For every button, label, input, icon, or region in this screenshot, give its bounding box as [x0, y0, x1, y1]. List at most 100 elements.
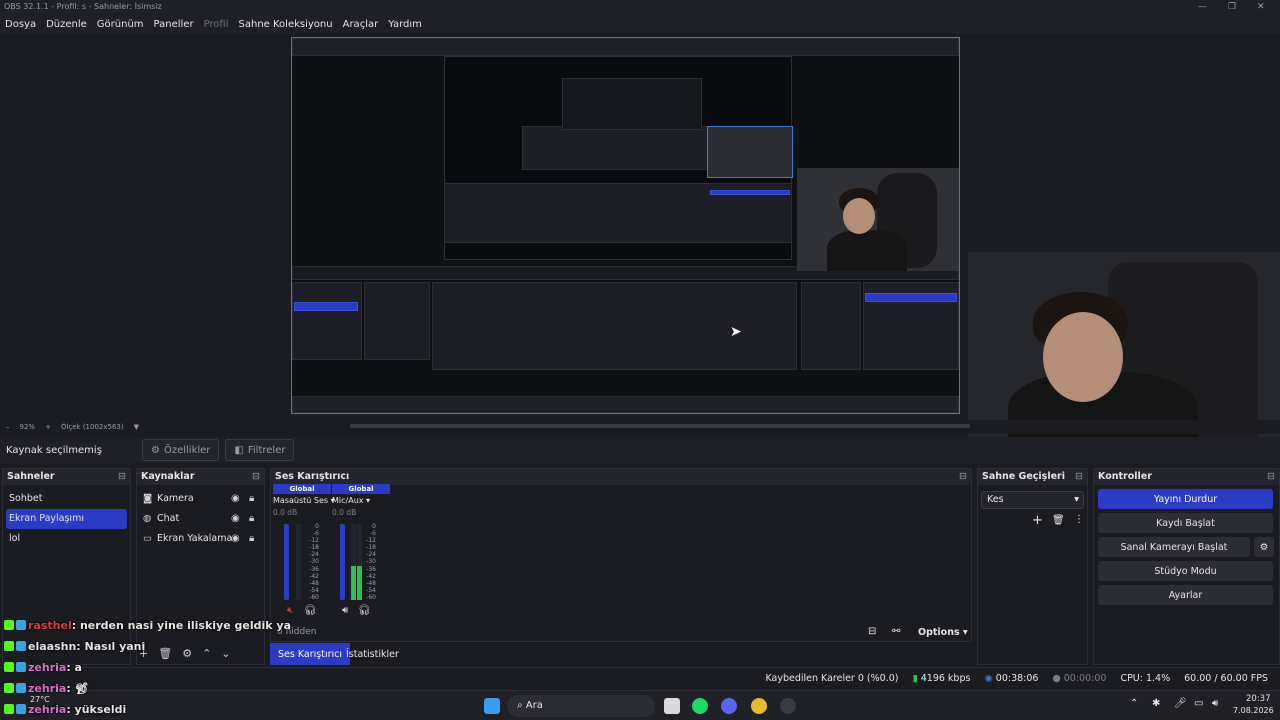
popout-icon[interactable]: ⊟: [118, 469, 126, 485]
menu-scene-collection[interactable]: Sahne Koleksiyonu: [239, 19, 333, 30]
options-button[interactable]: Options ▾: [918, 627, 968, 638]
tray-chevron-icon[interactable]: ⌃: [1130, 698, 1138, 709]
lock-icon[interactable]: 🔒︎: [249, 489, 254, 509]
nested-webcam: [797, 168, 959, 271]
channel-name[interactable]: Mic/Aux ▾: [332, 494, 390, 508]
lock-icon[interactable]: 🔒︎: [249, 529, 254, 549]
trash-icon[interactable]: 🗑︎: [1052, 515, 1065, 526]
kick-badge-icon: [4, 620, 14, 630]
eye-icon[interactable]: ◉: [231, 529, 240, 549]
chrome-icon[interactable]: [751, 698, 767, 714]
chat-username: rasthel: [28, 619, 72, 632]
window-titlebar: OBS 32.1.1 - Profil: s - Sahneler: İsims…: [0, 0, 1280, 14]
zoom-fit-select[interactable]: Ölçek (1002x563): [61, 423, 124, 431]
menu-profile[interactable]: Profil: [204, 19, 229, 30]
platform-badge-icon: [16, 641, 26, 651]
preview-scrollbar[interactable]: [350, 424, 970, 428]
clock-date[interactable]: 7.08.2026: [1233, 706, 1274, 715]
nested-scenes-dock: [292, 282, 362, 360]
scene-item[interactable]: lol: [3, 529, 130, 549]
menu-file[interactable]: Dosya: [5, 19, 36, 30]
source-item[interactable]: ◙ Kamera ◉ 🔒︎: [137, 489, 264, 509]
chat-username: zehria: [28, 682, 67, 695]
eye-icon[interactable]: ◉: [231, 509, 240, 529]
meter-scale: 0 -6 -12 -18 -24 -30 -36 -42 -48 -54 -60: [305, 523, 319, 601]
clock-time[interactable]: 20:37: [1246, 694, 1271, 704]
layout-icon[interactable]: ⊟: [868, 626, 876, 637]
global-badge: Global: [332, 484, 390, 494]
menu-view[interactable]: Görünüm: [97, 19, 144, 30]
scale-tick: -24: [366, 551, 376, 559]
start-virtual-cam-button[interactable]: Sanal Kamerayı Başlat: [1098, 537, 1250, 557]
menu-tools[interactable]: Araçlar: [343, 19, 379, 30]
source-item[interactable]: ◍ Chat ◉ 🔒︎: [137, 509, 264, 529]
scene-item-selected[interactable]: Ekran Paylaşımı: [6, 509, 127, 529]
rec-time: ● 00:00:00: [1052, 673, 1107, 684]
scene-item[interactable]: Sohbet: [3, 489, 130, 509]
menu-edit[interactable]: Düzenle: [46, 19, 87, 30]
channel-name[interactable]: Masaüstü Ses ▾: [273, 494, 335, 508]
popout-icon[interactable]: ⊟: [959, 469, 967, 485]
discord-icon[interactable]: [721, 698, 737, 714]
filters-button[interactable]: ◧ Filtreler: [225, 439, 295, 461]
volume-icon[interactable]: 🔊︎: [1212, 698, 1218, 709]
chat-username: elaashn: [28, 640, 77, 653]
eye-icon[interactable]: ◉: [231, 489, 240, 509]
chevron-down-icon[interactable]: ▼: [134, 423, 139, 431]
network-icon[interactable]: ▭: [1194, 698, 1203, 709]
audio-meter: [351, 524, 356, 600]
file-explorer-icon[interactable]: [664, 698, 680, 714]
popout-icon[interactable]: ⊟: [252, 469, 260, 485]
scale-tick: -48: [366, 579, 376, 587]
nested-stop-button: [710, 190, 790, 195]
settings-button[interactable]: Ayarlar: [1098, 585, 1273, 605]
speaker-icon[interactable]: 🔊︎: [342, 605, 348, 616]
menu-docks[interactable]: Paneller: [154, 19, 194, 30]
fps: 60.00 / 60.00 FPS: [1184, 673, 1268, 684]
more-icon[interactable]: ⋮: [1074, 514, 1084, 525]
platform-badge-icon: [16, 704, 26, 714]
spotify-icon[interactable]: [692, 698, 708, 714]
scale-tick: -42: [309, 572, 319, 580]
camera-icon: ◙: [143, 493, 153, 504]
windows-start-icon[interactable]: [484, 698, 500, 714]
scale-tick: -54: [309, 586, 319, 594]
menu-help[interactable]: Yardım: [388, 19, 422, 30]
headphones-icon[interactable]: 🎧︎: [304, 605, 317, 616]
scale-tick: -36: [366, 565, 376, 573]
popout-icon[interactable]: ⊟: [1075, 469, 1083, 485]
mute-icon[interactable]: 🔇︎: [287, 605, 293, 616]
obs-icon[interactable]: [780, 698, 796, 714]
link-icon[interactable]: ⚯: [892, 626, 900, 637]
start-recording-button[interactable]: Kaydı Başlat: [1098, 513, 1273, 533]
virtual-cam-settings-button[interactable]: ⚙: [1254, 537, 1274, 557]
volume-slider[interactable]: [340, 524, 345, 600]
program-preview[interactable]: ➤: [291, 37, 960, 414]
popout-icon[interactable]: ⊟: [1267, 469, 1275, 485]
studio-mode-button[interactable]: Stüdyo Modu: [1098, 561, 1273, 581]
add-transition-button[interactable]: +: [1032, 513, 1043, 528]
nested-transitions-dock: [801, 282, 861, 370]
chat-message: zehria: a: [4, 661, 82, 674]
nested-taskbar: [292, 396, 959, 413]
scale-tick: -60: [366, 593, 376, 601]
search-box[interactable]: ⌕ Ara: [507, 695, 655, 717]
scale-tick: -30: [309, 558, 319, 566]
search-icon: ⌕: [517, 700, 523, 711]
mixer-channel-mic: Global Mic/Aux ▾ 0.0 dB: [332, 484, 390, 518]
stop-stream-button[interactable]: Yayını Durdur: [1098, 489, 1273, 509]
volume-slider[interactable]: [284, 524, 289, 600]
transition-select[interactable]: Kes ▾: [981, 491, 1084, 509]
lock-icon[interactable]: 🔒︎: [249, 509, 254, 529]
properties-button[interactable]: ⚙ Özellikler: [142, 439, 220, 461]
mic-icon[interactable]: 🎤︎: [1174, 698, 1187, 709]
source-item[interactable]: ▭ Ekran Yakalama ◉ 🔒︎: [137, 529, 264, 549]
zoom-out-button[interactable]: –: [6, 423, 10, 431]
maximize-button[interactable]: ❐: [1228, 0, 1236, 14]
zoom-in-button[interactable]: +: [45, 423, 51, 431]
close-button[interactable]: ✕: [1257, 0, 1265, 14]
minimize-button[interactable]: —: [1198, 0, 1207, 14]
settings-tray-icon[interactable]: ✱: [1152, 698, 1160, 709]
tab-stats[interactable]: İstatistikler: [338, 643, 407, 665]
headphones-icon[interactable]: 🎧︎: [358, 605, 371, 616]
